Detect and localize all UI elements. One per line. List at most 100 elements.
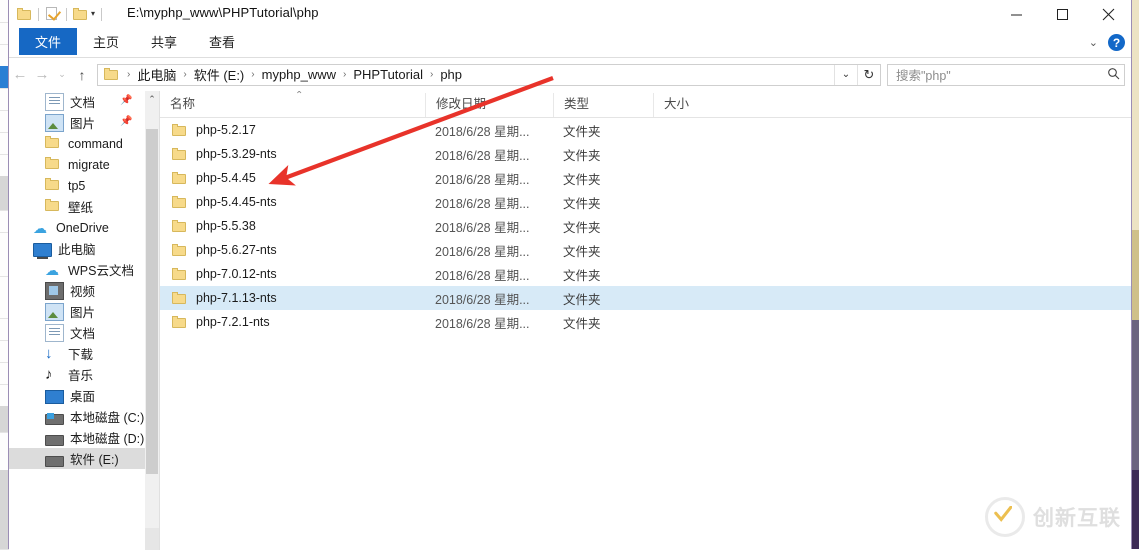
toolbar-divider bbox=[66, 8, 67, 21]
properties-icon[interactable] bbox=[45, 7, 60, 21]
pin-icon[interactable]: 📌 bbox=[120, 116, 131, 128]
tab-file[interactable]: 文件 bbox=[19, 28, 77, 55]
chevron-down-icon[interactable]: ⌄ bbox=[1089, 36, 1098, 49]
folder-icon bbox=[172, 316, 187, 329]
breadcrumb-item-drive-e[interactable]: 软件 (E:) bbox=[191, 65, 248, 84]
title-bar: ▾ E:\myphp_www\PHPTutorial\php bbox=[9, 0, 1131, 28]
breadcrumb-item-phptutorial[interactable]: PHPTutorial bbox=[350, 67, 426, 82]
table-row[interactable]: php-5.4.452018/6/28 星期...文件夹 bbox=[160, 166, 1131, 190]
sidebar-item[interactable]: 壁纸 bbox=[9, 196, 145, 217]
computer-icon bbox=[33, 243, 52, 257]
sidebar-item-label: 下载 bbox=[68, 344, 93, 363]
navigation-list: 文档📌图片📌commandmigratetp5壁纸☁OneDrive此电脑☁WP… bbox=[9, 91, 145, 469]
recent-locations-icon[interactable]: ⌄ bbox=[53, 60, 71, 90]
sidebar-item[interactable]: ↓下载 bbox=[9, 343, 145, 364]
table-row[interactable]: php-5.2.172018/6/28 星期...文件夹 bbox=[160, 118, 1131, 142]
breadcrumb[interactable]: › 此电脑 › 软件 (E:) › myphp_www › PHPTutoria… bbox=[97, 64, 881, 86]
cloud-icon: ☁ bbox=[45, 262, 62, 278]
folder-icon bbox=[45, 199, 62, 215]
sidebar-item[interactable]: 文档 📌 bbox=[9, 91, 145, 112]
sidebar-item[interactable]: 本地磁盘 (D:) bbox=[9, 427, 145, 448]
maximize-button[interactable] bbox=[1039, 0, 1085, 28]
sidebar-item[interactable]: 桌面 bbox=[9, 385, 145, 406]
column-header-size[interactable]: 大小 bbox=[653, 93, 755, 117]
scroll-up-icon[interactable]: ⌃ bbox=[145, 91, 159, 107]
navigation-scrollbar[interactable]: ⌃ bbox=[145, 91, 159, 550]
sidebar-item[interactable]: command bbox=[9, 133, 145, 154]
ribbon-right-controls: ⌄ ? bbox=[1089, 28, 1125, 57]
new-folder-icon[interactable] bbox=[73, 8, 88, 21]
file-name-cell: php-5.4.45-nts bbox=[160, 195, 425, 209]
table-row[interactable]: php-5.3.29-nts2018/6/28 星期...文件夹 bbox=[160, 142, 1131, 166]
breadcrumb-item-php[interactable]: php bbox=[437, 67, 465, 82]
navigation-pane: 文档📌图片📌commandmigratetp5壁纸☁OneDrive此电脑☁WP… bbox=[9, 91, 159, 550]
column-header-type[interactable]: 类型 bbox=[553, 93, 653, 117]
breadcrumb-separator: › bbox=[123, 69, 134, 80]
document-icon bbox=[45, 93, 64, 111]
sidebar-item[interactable]: migrate bbox=[9, 154, 145, 175]
scrollbar-track-bottom[interactable] bbox=[145, 528, 159, 550]
minimize-button[interactable] bbox=[993, 0, 1039, 28]
column-header-date-modified[interactable]: 修改日期 bbox=[425, 93, 553, 117]
desktop-icon bbox=[45, 390, 64, 404]
explorer-body: 文档📌图片📌commandmigratetp5壁纸☁OneDrive此电脑☁WP… bbox=[9, 91, 1131, 550]
picture-icon bbox=[45, 114, 64, 132]
ribbon-tabs: 文件 主页 共享 查看 bbox=[19, 28, 251, 57]
folder-icon bbox=[172, 172, 187, 185]
file-name-label: php-5.6.27-nts bbox=[196, 243, 277, 257]
chevron-down-icon[interactable]: ▾ bbox=[91, 10, 95, 18]
sidebar-item-label: command bbox=[68, 137, 123, 151]
search-placeholder: 搜索"php" bbox=[888, 65, 1102, 84]
tab-share[interactable]: 共享 bbox=[135, 28, 193, 55]
sidebar-item[interactable]: 图片📌 bbox=[9, 112, 145, 133]
file-name-label: php-5.4.45-nts bbox=[196, 195, 277, 209]
sidebar-item[interactable]: 软件 (E:) bbox=[9, 448, 145, 469]
help-icon[interactable]: ? bbox=[1108, 34, 1125, 51]
breadcrumb-item-myphp-www[interactable]: myphp_www bbox=[259, 67, 339, 82]
table-row[interactable]: php-7.1.13-nts2018/6/28 星期...文件夹 bbox=[160, 286, 1131, 310]
close-button[interactable] bbox=[1085, 0, 1131, 28]
tab-home[interactable]: 主页 bbox=[77, 28, 135, 55]
address-bar: ← → ⌄ ↑ › 此电脑 › 软件 (E:) › myphp_www › PH… bbox=[9, 58, 1131, 91]
cloud-icon: ☁ bbox=[33, 220, 50, 236]
sidebar-item[interactable]: 图片 bbox=[9, 301, 145, 322]
file-date-cell: 2018/6/28 星期... bbox=[425, 169, 553, 188]
sidebar-item-label: migrate bbox=[68, 158, 110, 172]
table-row[interactable]: php-5.4.45-nts2018/6/28 星期...文件夹 bbox=[160, 190, 1131, 214]
scrollbar-thumb[interactable] bbox=[146, 129, 158, 474]
file-type-cell: 文件夹 bbox=[553, 241, 653, 260]
drive-icon bbox=[45, 456, 64, 467]
forward-button[interactable]: → bbox=[31, 60, 53, 90]
search-input[interactable]: 搜索"php" bbox=[887, 64, 1125, 86]
sidebar-item[interactable]: 视频 bbox=[9, 280, 145, 301]
sidebar-item[interactable]: tp5 bbox=[9, 175, 145, 196]
sidebar-item[interactable]: ☁WPS云文档 bbox=[9, 259, 145, 280]
tab-view[interactable]: 查看 bbox=[193, 28, 251, 55]
search-icon[interactable] bbox=[1102, 67, 1124, 83]
folder-icon bbox=[172, 196, 187, 209]
chevron-down-icon[interactable]: ⌄ bbox=[834, 65, 857, 85]
file-date-cell: 2018/6/28 星期... bbox=[425, 313, 553, 332]
up-button[interactable]: ↑ bbox=[71, 60, 93, 90]
sidebar-item-label: 视频 bbox=[70, 281, 95, 300]
toolbar-divider bbox=[101, 8, 102, 21]
sidebar-item[interactable]: 文档 bbox=[9, 322, 145, 343]
sidebar-item[interactable]: ♪音乐 bbox=[9, 364, 145, 385]
file-rows: php-5.2.172018/6/28 星期...文件夹php-5.3.29-n… bbox=[160, 118, 1131, 334]
table-row[interactable]: php-5.5.382018/6/28 星期...文件夹 bbox=[160, 214, 1131, 238]
breadcrumb-item-this-pc[interactable]: 此电脑 bbox=[134, 65, 179, 84]
file-type-cell: 文件夹 bbox=[553, 313, 653, 332]
refresh-icon[interactable]: ↻ bbox=[857, 65, 880, 85]
folder-icon bbox=[45, 157, 62, 173]
sidebar-item-label: 文档 bbox=[70, 92, 95, 111]
sidebar-item[interactable]: 本地磁盘 (C:) bbox=[9, 406, 145, 427]
table-row[interactable]: php-5.6.27-nts2018/6/28 星期...文件夹 bbox=[160, 238, 1131, 262]
table-row[interactable]: php-7.2.1-nts2018/6/28 星期...文件夹 bbox=[160, 310, 1131, 334]
table-row[interactable]: php-7.0.12-nts2018/6/28 星期...文件夹 bbox=[160, 262, 1131, 286]
sidebar-item[interactable]: ☁OneDrive bbox=[9, 217, 145, 238]
sidebar-item[interactable]: 此电脑 bbox=[9, 238, 145, 259]
pin-icon[interactable]: 📌 bbox=[120, 95, 131, 107]
column-header-name[interactable]: 名称 ⌃ bbox=[160, 93, 425, 117]
folder-icon[interactable] bbox=[17, 8, 32, 21]
back-button[interactable]: ← bbox=[9, 60, 31, 90]
